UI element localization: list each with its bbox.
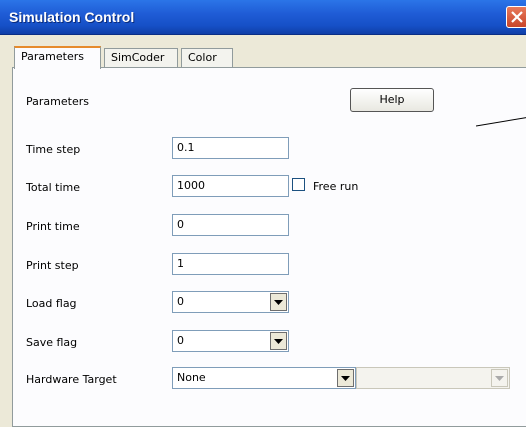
print-step-value: 1 — [177, 257, 184, 270]
print-time-label: Print time — [26, 220, 80, 233]
tab-label: SimCoder — [111, 51, 165, 64]
load-flag-value: 0 — [177, 295, 184, 308]
title-bar[interactable]: Simulation Control — [0, 0, 526, 35]
print-time-input[interactable]: 0 — [172, 214, 289, 236]
time-step-value: 0.1 — [177, 141, 195, 154]
section-heading: Parameters — [26, 95, 89, 108]
print-time-value: 0 — [177, 218, 184, 231]
print-step-input[interactable]: 1 — [172, 253, 289, 275]
triangle-down-icon — [274, 299, 283, 305]
tab-color[interactable]: Color — [181, 48, 233, 67]
triangle-down-icon — [341, 375, 350, 381]
window-title: Simulation Control — [9, 9, 135, 25]
print-step-label: Print step — [26, 259, 79, 272]
close-icon — [511, 11, 523, 23]
save-flag-label: Save flag — [26, 336, 78, 349]
free-run-label[interactable]: Free run — [313, 180, 358, 193]
hardware-target-select[interactable]: None — [172, 367, 356, 389]
close-button[interactable] — [506, 6, 526, 28]
help-button[interactable]: Help — [350, 88, 434, 112]
hardware-target-label: Hardware Target — [26, 373, 117, 386]
hardware-target-dropdown-button[interactable] — [337, 369, 354, 387]
load-flag-label: Load flag — [26, 297, 77, 310]
total-time-input[interactable]: 1000 — [172, 175, 289, 197]
save-flag-value: 0 — [177, 334, 184, 347]
secondary-dropdown-button — [491, 369, 508, 387]
tab-label: Color — [188, 51, 217, 64]
save-flag-select[interactable]: 0 — [172, 330, 289, 352]
free-run-checkbox[interactable] — [292, 178, 305, 191]
time-step-input[interactable]: 0.1 — [172, 137, 289, 159]
time-step-label: Time step — [26, 143, 81, 156]
tab-label: Parameters — [21, 50, 84, 63]
load-flag-select[interactable]: 0 — [172, 291, 289, 313]
diagram-line — [476, 117, 526, 127]
tab-parameters[interactable]: Parameters — [14, 46, 101, 69]
total-time-label: Total time — [26, 181, 81, 194]
total-time-value: 1000 — [177, 179, 205, 192]
save-flag-dropdown-button[interactable] — [270, 332, 287, 350]
help-button-label: Help — [379, 93, 405, 106]
hardware-target-value: None — [177, 371, 206, 384]
triangle-down-icon — [495, 375, 504, 381]
hardware-target-secondary-select — [356, 367, 510, 389]
triangle-down-icon — [274, 338, 283, 344]
tab-simcoder[interactable]: SimCoder — [104, 48, 178, 67]
load-flag-dropdown-button[interactable] — [270, 293, 287, 311]
